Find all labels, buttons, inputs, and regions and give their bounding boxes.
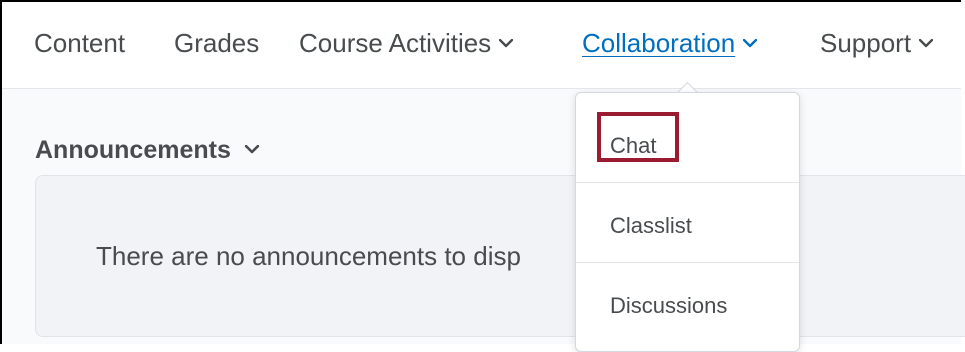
- menu-item-classlist-label: Classlist: [610, 213, 692, 238]
- chat-highlight-box: [597, 112, 679, 162]
- announcements-title-label: Announcements: [35, 136, 231, 164]
- nav-collaboration-menu[interactable]: Collaboration: [582, 28, 758, 58]
- nav-support-label: Support: [820, 28, 912, 58]
- menu-item-discussions-label: Discussions: [610, 293, 728, 318]
- course-homepage: Announcements There are no announcements…: [2, 89, 965, 344]
- chevron-down-icon: [244, 144, 259, 154]
- menu-item-classlist[interactable]: Classlist: [576, 183, 799, 263]
- course-navbar: Content Grades Course Activities Collabo…: [2, 2, 961, 89]
- menu-item-discussions[interactable]: Discussions: [576, 263, 799, 343]
- nav-course-activities-label: Course Activities: [299, 28, 492, 58]
- chevron-down-icon: [919, 38, 934, 48]
- announcements-widget-title[interactable]: Announcements: [35, 136, 259, 165]
- nav-content-label: Content: [34, 28, 126, 58]
- announcements-panel: There are no announcements to disp: [35, 175, 965, 337]
- chevron-down-icon: [499, 38, 514, 48]
- nav-support-menu[interactable]: Support: [820, 28, 934, 58]
- nav-course-activities-menu[interactable]: Course Activities: [299, 28, 514, 58]
- nav-content-link[interactable]: Content: [34, 28, 125, 58]
- nav-grades-label: Grades: [174, 28, 260, 58]
- chevron-down-icon: [743, 38, 758, 48]
- nav-collaboration-label: Collaboration: [582, 28, 736, 58]
- announcements-empty-message: There are no announcements to disp: [96, 241, 521, 271]
- nav-grades-link[interactable]: Grades: [174, 28, 259, 58]
